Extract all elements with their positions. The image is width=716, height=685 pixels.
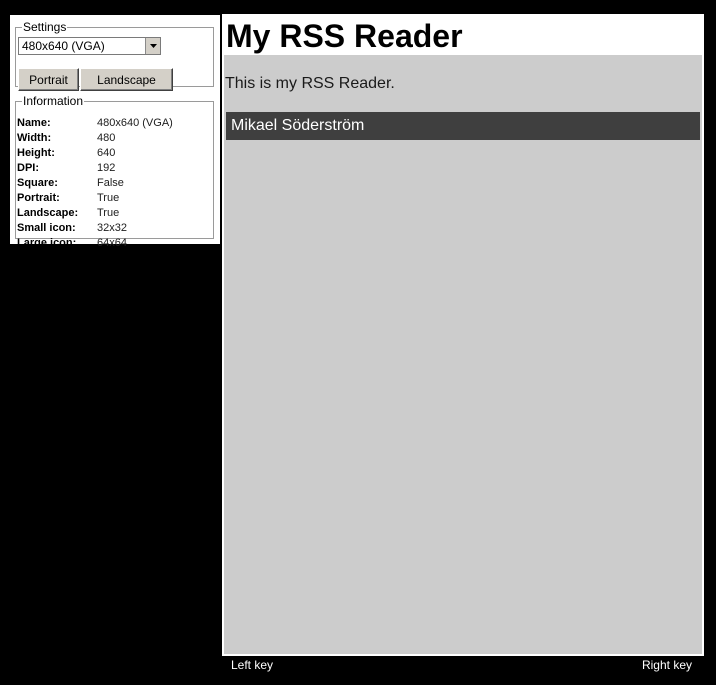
device-profile-selected-value: 480x640 (VGA): [22, 39, 105, 53]
list-item[interactable]: Mikael Söderström: [226, 112, 700, 140]
info-row-height: Height: 640: [17, 146, 207, 161]
info-value: 480: [97, 132, 116, 144]
information-group: Information Name: 480x640 (VGA) Width: 4…: [15, 94, 214, 249]
information-table: Name: 480x640 (VGA) Width: 480 Height: 6…: [17, 116, 207, 251]
intro-text: This is my RSS Reader.: [225, 75, 395, 92]
info-label: Square:: [17, 177, 58, 189]
emulator-window: Settings 480x640 (VGA) Portrait Landscap…: [0, 0, 716, 685]
info-label: Height:: [17, 147, 55, 159]
device-screen: My RSS Reader This is my RSS Reader. Mik…: [222, 14, 704, 656]
info-label: Small icon:: [17, 222, 76, 234]
settings-group: Settings 480x640 (VGA) Portrait Landscap…: [15, 20, 214, 91]
info-row-small-icon: Small icon: 32x32: [17, 221, 207, 236]
info-row-square: Square: False: [17, 176, 207, 191]
chevron-down-icon[interactable]: [145, 38, 160, 54]
info-label: Name:: [17, 117, 51, 129]
info-row-landscape: Landscape: True: [17, 206, 207, 221]
info-label: DPI:: [17, 162, 39, 174]
info-value: True: [97, 207, 120, 219]
info-row-name: Name: 480x640 (VGA): [17, 116, 207, 131]
info-row-dpi: DPI: 192: [17, 161, 207, 176]
info-value: 32x32: [97, 222, 127, 234]
settings-panel: Settings 480x640 (VGA) Portrait Landscap…: [10, 15, 220, 249]
info-value: 480x640 (VGA): [97, 117, 173, 129]
settings-legend: Settings: [23, 20, 67, 34]
app-header: My RSS Reader: [224, 16, 702, 55]
info-label: Landscape:: [17, 207, 79, 219]
information-legend: Information: [23, 94, 84, 108]
info-value: 64x64: [97, 237, 127, 249]
info-value: 192: [97, 162, 116, 174]
info-row-portrait: Portrait: True: [17, 191, 207, 206]
right-softkey[interactable]: Right key: [642, 658, 692, 672]
left-softkey[interactable]: Left key: [231, 658, 273, 672]
info-label: Portrait:: [17, 192, 60, 204]
device-profile-select[interactable]: 480x640 (VGA): [18, 37, 161, 55]
landscape-button[interactable]: Landscape: [80, 68, 173, 91]
page-title: My RSS Reader: [226, 18, 463, 54]
info-row-large-icon: Large icon: 64x64: [17, 236, 207, 251]
portrait-button[interactable]: Portrait: [18, 68, 79, 91]
info-value: True: [97, 192, 120, 204]
feed-list: Mikael Söderström: [226, 112, 700, 140]
info-label: Large icon:: [17, 237, 77, 249]
info-value: 640: [97, 147, 116, 159]
info-label: Width:: [17, 132, 52, 144]
info-row-width: Width: 480: [17, 131, 207, 146]
info-value: False: [97, 177, 124, 189]
